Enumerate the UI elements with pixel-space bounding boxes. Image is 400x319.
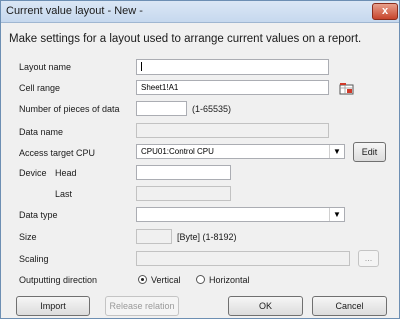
direction-label: Outputting direction <box>19 275 98 285</box>
window-title: Current value layout - New - <box>6 5 143 17</box>
close-button[interactable]: x <box>372 3 398 20</box>
size-label: Size <box>19 232 37 242</box>
data-name-input[interactable] <box>136 123 329 138</box>
pieces-range-hint: (1-65535) <box>192 104 232 114</box>
radio-vertical-label[interactable]: Vertical <box>151 274 181 286</box>
select-cell-range-button[interactable] <box>338 82 356 96</box>
cell-range-label: Cell range <box>19 83 61 93</box>
title-bar[interactable]: Current value layout - New - x <box>1 1 399 23</box>
current-value-layout-dialog: Current value layout - New - x Make sett… <box>0 0 400 319</box>
head-label: Head <box>55 168 77 178</box>
radio-horizontal[interactable] <box>196 275 205 284</box>
dialog-description: Make settings for a layout used to arran… <box>9 33 362 45</box>
last-label: Last <box>55 189 73 199</box>
import-button[interactable]: Import <box>16 296 90 316</box>
scaling-browse-button[interactable]: ... <box>358 250 379 267</box>
data-name-label: Data name <box>19 127 64 137</box>
cell-range-value: Sheet1!A1 <box>141 83 179 92</box>
cell-range-input[interactable]: Sheet1!A1 <box>136 80 329 95</box>
access-cpu-label: Access target CPU <box>19 148 96 158</box>
scaling-label: Scaling <box>19 254 49 264</box>
ok-button[interactable]: OK <box>228 296 303 316</box>
chevron-down-icon: ▼ <box>329 208 344 221</box>
size-input[interactable] <box>136 229 172 244</box>
access-cpu-select[interactable]: CPU01:Control CPU ▼ <box>136 144 345 159</box>
size-range-hint: [Byte] (1-8192) <box>177 232 237 242</box>
radio-horizontal-label[interactable]: Horizontal <box>209 274 250 286</box>
close-icon: x <box>381 5 389 17</box>
layout-name-label: Layout name <box>19 62 72 72</box>
data-type-label: Data type <box>19 210 58 220</box>
cancel-button[interactable]: Cancel <box>312 296 387 316</box>
device-last-input[interactable] <box>136 186 231 201</box>
pieces-input[interactable] <box>136 101 187 116</box>
chevron-down-icon: ▼ <box>329 145 344 158</box>
text-cursor <box>141 62 142 72</box>
scaling-input[interactable] <box>136 251 350 266</box>
radio-selected-dot <box>141 278 144 281</box>
pieces-label: Number of pieces of data <box>19 104 120 114</box>
device-label: Device <box>19 168 47 178</box>
layout-name-input[interactable] <box>136 59 329 75</box>
edit-button[interactable]: Edit <box>353 142 386 162</box>
access-cpu-value: CPU01:Control CPU <box>141 147 214 156</box>
data-type-select[interactable]: ▼ <box>136 207 345 222</box>
release-relation-button[interactable]: Release relation <box>105 296 179 316</box>
device-head-input[interactable] <box>136 165 231 180</box>
radio-vertical[interactable] <box>138 275 147 284</box>
range-select-icon <box>339 83 354 95</box>
